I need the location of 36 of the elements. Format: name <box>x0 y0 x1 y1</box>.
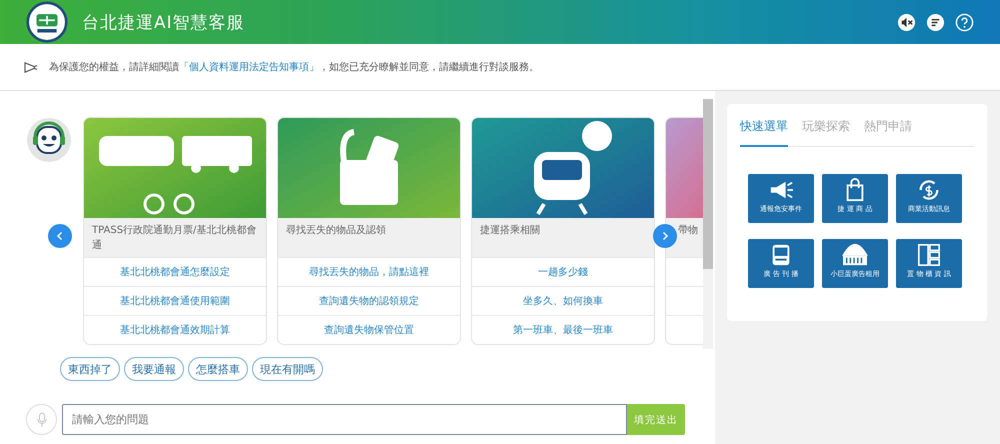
stadium-icon <box>840 243 870 267</box>
question-input[interactable]: 請輸入您的問題 <box>62 404 627 435</box>
card-option[interactable]: 坐多久、如何換車 <box>472 286 654 315</box>
app-title: 台北捷運AI智慧客服 <box>82 12 245 34</box>
microphone-icon <box>36 412 46 428</box>
chevron-left-icon <box>55 231 65 241</box>
card-title: 尋找丟失的物品及認領 <box>278 218 460 257</box>
previous-button[interactable] <box>48 224 72 248</box>
privacy-notice: 為保護您的權益，請詳細閱讀「個人資料運用法定告知事項」，如您已充分瞭解並同意，請繼續進行對談服務。 <box>49 60 539 74</box>
card-option[interactable]: 尋找丟失的物品，請點這裡 <box>278 257 460 286</box>
card-title: TPASS行政院通勤月票/基北北桃都會通 <box>84 218 266 257</box>
chevron-right-icon <box>660 231 670 241</box>
suggestion-chip[interactable]: 現在有開嗎 <box>252 357 323 381</box>
menu-tab[interactable]: 快速選單 <box>740 114 788 147</box>
card-option[interactable]: 查詢遺失物保管位置 <box>278 315 460 344</box>
card-title: 捷運搭乘相關 <box>472 218 654 257</box>
send-button[interactable]: 填完送出 <box>627 404 685 435</box>
card-option[interactable]: 基北北桃都會通怎麼設定 <box>84 257 266 286</box>
suggestion-chip[interactable]: 我要通報 <box>124 357 184 381</box>
robot-avatar-icon <box>26 117 72 163</box>
suggestion-chip[interactable]: 怎麼搭車 <box>188 357 248 381</box>
card-option[interactable]: 查詢遺失物的認領規定 <box>278 286 460 315</box>
menu-tab[interactable]: 玩樂探索 <box>802 114 850 147</box>
mute-icon[interactable] <box>897 12 916 32</box>
menu-icon[interactable] <box>926 12 945 32</box>
logo-icon <box>26 1 68 43</box>
privacy-link[interactable]: 「個人資料運用法定告知事項」 <box>179 62 319 73</box>
megaphone-icon <box>24 60 39 74</box>
card-option[interactable]: 基北北桃都會通使用範圍 <box>84 286 266 315</box>
card-option[interactable]: 基北北桃都會通效期計算 <box>84 315 266 344</box>
suggestion-chip[interactable]: 東西掉了 <box>60 357 120 381</box>
card-option[interactable]: 第一班車、最後一班車 <box>472 315 654 344</box>
scrollbar[interactable] <box>703 99 713 349</box>
menu-tab[interactable]: 熱門申請 <box>864 114 912 147</box>
help-icon[interactable] <box>955 12 974 32</box>
card-option[interactable]: 一趟多少錢 <box>472 257 654 286</box>
